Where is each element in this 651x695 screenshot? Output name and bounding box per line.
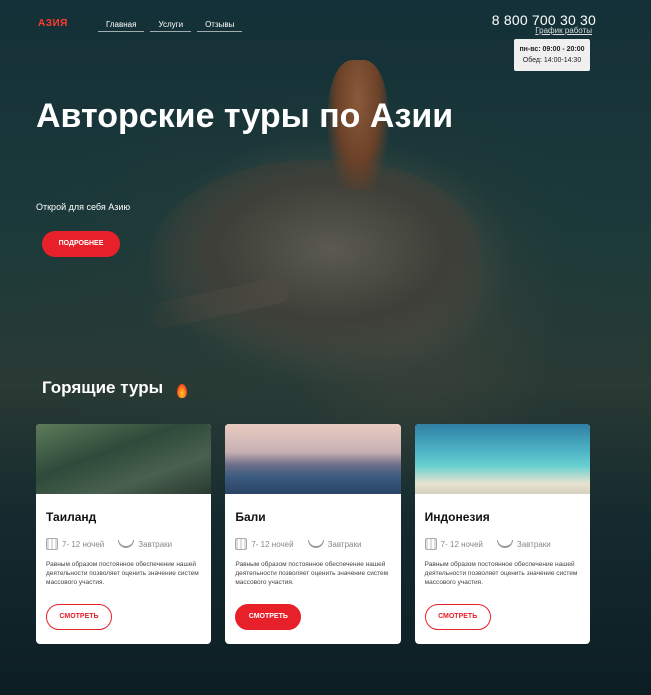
card-title: Таиланд: [46, 510, 97, 524]
card-title: Бали: [235, 510, 266, 524]
card-nights: 7- 12 ночей: [440, 539, 483, 549]
card-description: Равным образом постоянное обеспечение на…: [424, 561, 578, 586]
nav-services[interactable]: Услуги: [150, 18, 192, 32]
dish-icon: [118, 540, 135, 548]
logo[interactable]: АЗИЯ: [38, 18, 88, 34]
schedule-hours: 09:00 - 20:00: [542, 46, 585, 53]
hero-section: Авторские туры по Азии Открой для себя А…: [34, 86, 590, 366]
card-description: Равным образом постоянное обеспечение на…: [235, 561, 389, 586]
site-header: АЗИЯ Главная Услуги Отзывы 8 800 700 30 …: [32, 12, 598, 78]
hero-subtitle: Открой для себя Азию: [36, 202, 131, 212]
card-meals: Завтраки: [516, 539, 551, 549]
card-meta: 7- 12 ночей Завтраки: [46, 538, 172, 550]
tour-cards: Таиланд 7- 12 ночей Завтраки Равным обра…: [36, 424, 590, 646]
card-image: [36, 424, 212, 494]
calendar-icon: [235, 538, 248, 550]
card-meals: Завтраки: [138, 539, 173, 549]
fire-icon: [177, 384, 187, 398]
card-meta: 7- 12 ночей Завтраки: [424, 538, 551, 550]
card-image: [225, 424, 401, 494]
schedule-box: пн-вс: 09:00 - 20:00 Обед: 14:00-14:30: [514, 39, 590, 71]
view-button[interactable]: СМОТРЕТЬ: [46, 604, 112, 630]
card-description: Равным образом постоянное обеспечение на…: [46, 561, 199, 586]
card-meta: 7- 12 ночей Завтраки: [235, 538, 361, 550]
calendar-icon: [46, 538, 58, 550]
schedule-link[interactable]: График работы: [535, 26, 592, 35]
hot-tours-title: Горящие туры: [42, 378, 164, 397]
dish-icon: [496, 540, 513, 548]
schedule-lunch: Обед: 14:00-14:30: [522, 57, 582, 64]
view-button[interactable]: СМОТРЕТЬ: [424, 604, 491, 630]
schedule-days: пн-вс:: [519, 46, 541, 53]
card-nights: 7- 12 ночей: [251, 539, 294, 549]
tour-card-thailand: Таиланд 7- 12 ночей Завтраки Равным обра…: [36, 424, 212, 644]
card-meals: Завтраки: [327, 539, 362, 549]
main-nav: Главная Услуги Отзывы: [98, 18, 243, 32]
dish-icon: [307, 540, 324, 548]
nav-reviews[interactable]: Отзывы: [197, 18, 243, 32]
hero-title: Авторские туры по Азии: [36, 97, 454, 135]
view-button[interactable]: СМОТРЕТЬ: [235, 604, 302, 630]
more-button[interactable]: ПОДРОБНЕЕ: [42, 231, 120, 257]
nav-home[interactable]: Главная: [98, 18, 145, 32]
card-image: [414, 424, 590, 494]
tour-card-bali: Бали 7- 12 ночей Завтраки Равным образом…: [225, 424, 401, 644]
tour-card-indonesia: Индонезия 7- 12 ночей Завтраки Равным об…: [414, 424, 590, 644]
card-nights: 7- 12 ночей: [62, 539, 105, 549]
calendar-icon: [424, 538, 437, 550]
card-title: Индонезия: [424, 510, 490, 524]
